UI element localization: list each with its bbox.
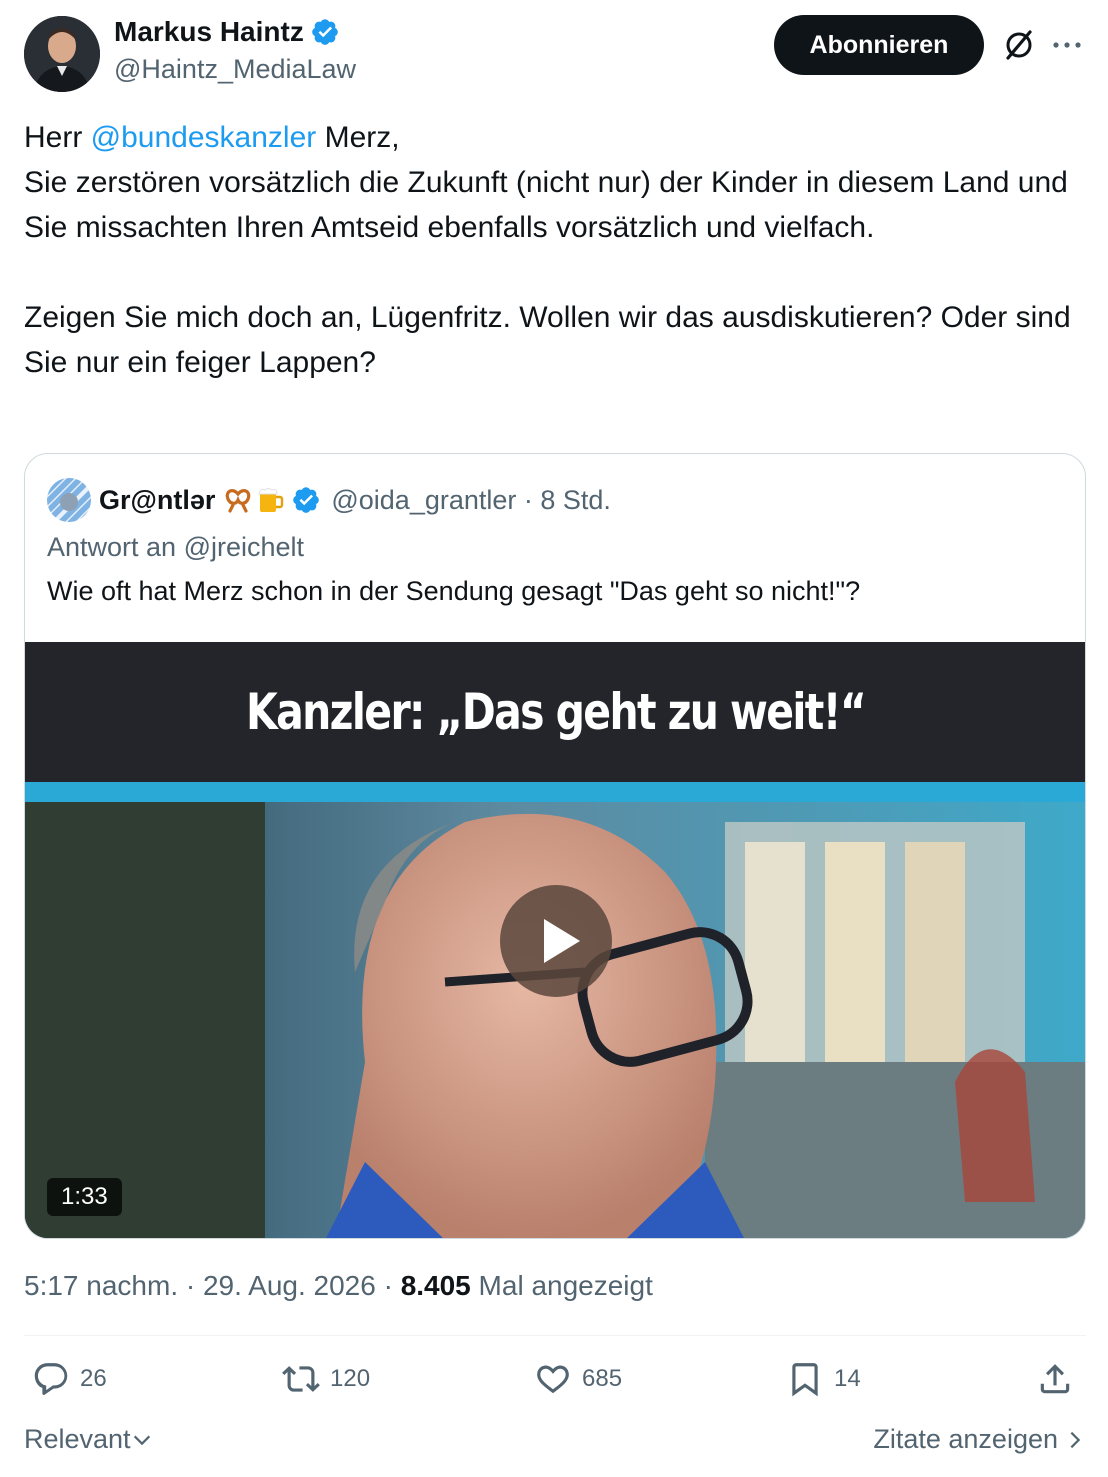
grok-icon[interactable] [1002,28,1036,62]
quoted-tweet[interactable]: Gr@ntlər @oida_grantler · 8 Std. Antwort… [24,453,1086,1239]
reply-sort-dropdown[interactable]: Relevant [24,1424,153,1455]
verified-badge-icon [293,487,320,513]
action-bar: 26 120 685 14 [24,1360,1086,1408]
tweet-meta: 5:17 nachm. · 29. Aug. 2026 · 8.405 Mal … [24,1270,653,1302]
quotes-label: Zitate anzeigen [873,1424,1058,1454]
mention-link[interactable]: @bundeskanzler [91,121,317,154]
bookmark-button[interactable]: 14 [786,1360,861,1398]
view-quotes-link[interactable]: Zitate anzeigen [873,1424,1086,1455]
video-banner-text: Kanzler: „Das geht zu weit!“ [246,683,867,741]
play-icon [544,919,580,963]
quoted-header: Gr@ntlər @oida_grantler · 8 Std. [47,478,611,522]
like-icon [537,1365,569,1394]
bookmark-icon [792,1363,818,1397]
reply-count: 26 [80,1365,107,1392]
share-button[interactable] [1036,1360,1074,1398]
verified-badge-icon [312,19,338,45]
sort-label: Relevant [24,1424,131,1454]
play-button[interactable] [500,885,612,997]
divider [24,1335,1086,1336]
more-icon[interactable] [1050,28,1084,62]
like-button[interactable]: 685 [534,1360,622,1398]
reply-button[interactable]: 26 [32,1360,107,1398]
chevron-down-icon [133,1435,150,1445]
tweet-paragraph-2: Zeigen Sie mich doch an, Lügenfritz. Wol… [24,301,1080,379]
video-duration: 1:33 [47,1178,122,1216]
author-name-row: Markus Haintz [114,16,340,48]
quoted-author-name[interactable]: Gr@ntlər [99,485,215,516]
tweet-greeting-suffix: Merz, [316,121,400,154]
like-count: 685 [582,1365,623,1392]
tweet-header: Markus Haintz @Haintz_MediaLaw Abonniere… [24,14,1086,94]
pretzel-icon [226,489,251,513]
author-avatar[interactable] [24,16,100,92]
chevron-right-icon [1070,1431,1081,1448]
bookmark-count: 14 [834,1365,861,1392]
tweet-body-1: Sie zerstören vorsätzlich die Zukunft (n… [24,166,1077,244]
video-banner: Kanzler: „Das geht zu weit!“ [25,642,1085,782]
author-handle[interactable]: @Haintz_MediaLaw [114,54,356,85]
quoted-handle-time[interactable]: @oida_grantler · 8 Std. [331,485,611,516]
quoted-reply-to: Antwort an @jreichelt [47,532,305,562]
tweet-paragraph-1: Herr @bundeskanzler Merz, Sie zerstören v… [24,115,1086,250]
tweet-timestamp[interactable]: 5:17 nachm. · 29. Aug. 2026 · [24,1270,401,1301]
share-icon [1040,1364,1070,1394]
view-count-label: Mal angezeigt [470,1270,653,1301]
beer-mug-icon [258,488,284,512]
repost-icon [282,1366,320,1392]
repost-count: 120 [330,1365,371,1392]
tweet-greeting: Herr [24,121,91,154]
tweet-text: Herr @bundeskanzler Merz, Sie zerstören v… [24,115,1086,385]
follow-button[interactable]: Abonnieren [774,15,984,75]
quoted-text: Wie oft hat Merz schon in der Sendung ge… [47,576,861,606]
video-player[interactable]: Kanzler: „Das geht zu weit!“ 1:33 [25,642,1085,1238]
author-name[interactable]: Markus Haintz [114,16,304,48]
reply-icon [34,1363,68,1395]
view-count: 8.405 [400,1270,471,1301]
quoted-avatar[interactable] [47,478,91,522]
repost-button[interactable]: 120 [282,1360,370,1398]
